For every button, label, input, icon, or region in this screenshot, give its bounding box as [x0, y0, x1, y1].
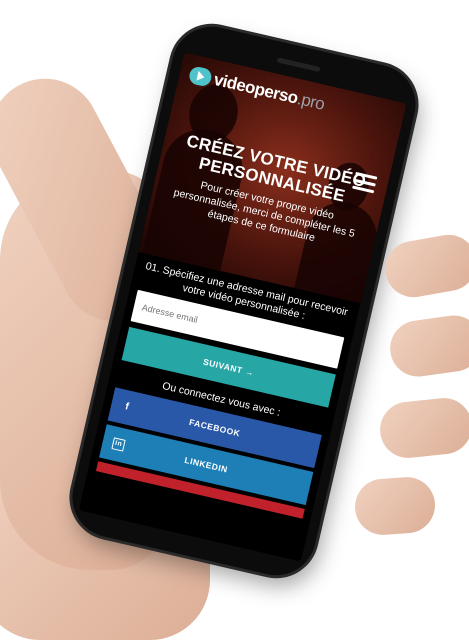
facebook-label: FACEBOOK	[188, 416, 242, 439]
brand-part-pro: .pro	[295, 89, 327, 114]
phone-speaker	[276, 57, 321, 73]
brand-part-perso: perso	[252, 79, 300, 108]
hand-finger	[353, 475, 437, 537]
facebook-icon: f	[124, 401, 131, 413]
play-cloud-icon	[187, 65, 214, 88]
linkedin-icon: in	[111, 437, 126, 452]
phone-screen: videoperso.pro CRÉEZ VOTRE VIDÉO PERSONN…	[78, 52, 407, 562]
hand-finger	[377, 395, 469, 461]
hand-finger	[386, 311, 469, 381]
hand-finger	[380, 230, 469, 302]
linkedin-label: LINKEDIN	[183, 454, 229, 475]
